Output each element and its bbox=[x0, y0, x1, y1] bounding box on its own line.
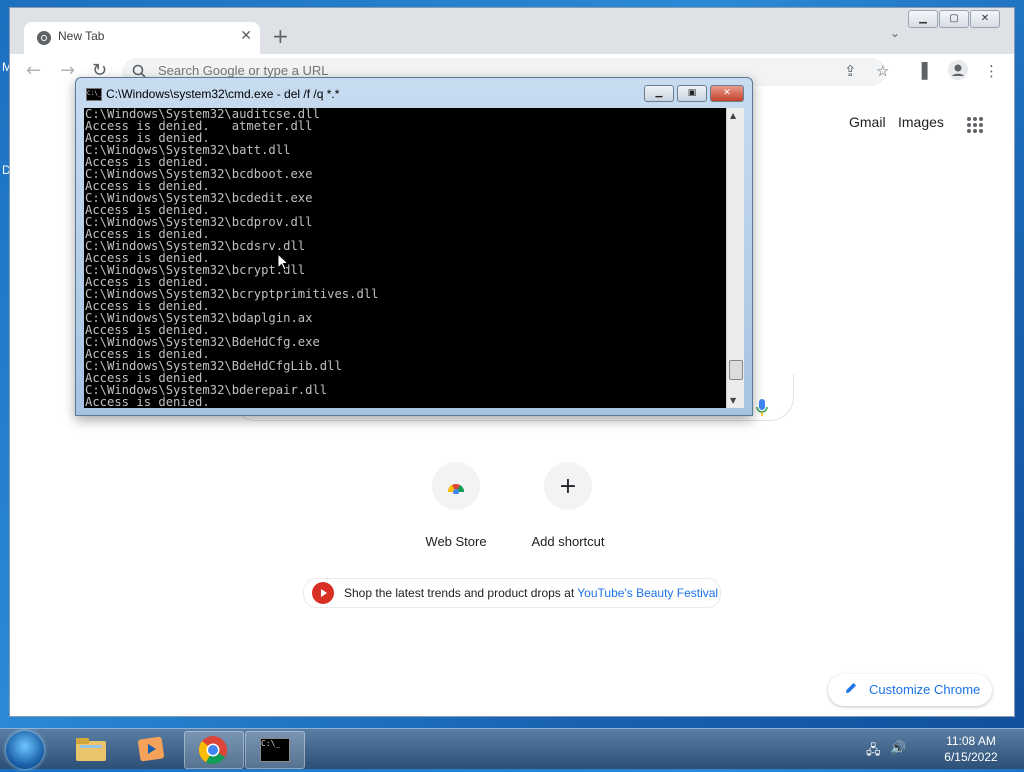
tab-search-icon[interactable]: ⌄ bbox=[890, 26, 900, 40]
volume-icon[interactable]: 🔊 bbox=[890, 741, 906, 756]
youtube-play-icon bbox=[312, 582, 334, 604]
cmd-maximize-button[interactable]: ▣ bbox=[677, 85, 707, 102]
mouse-pointer-icon bbox=[277, 253, 289, 271]
taskbar-media-player[interactable] bbox=[122, 731, 180, 767]
promo-link[interactable]: YouTube's Beauty Festival bbox=[577, 586, 718, 600]
taskbar-cmd[interactable]: C:\_ bbox=[245, 731, 305, 769]
system-clock[interactable]: 11:08 AM 6/15/2022 bbox=[935, 733, 1007, 765]
back-button[interactable]: ← bbox=[26, 60, 41, 81]
images-link[interactable]: Images bbox=[898, 114, 944, 130]
network-icon[interactable]: 🖧 bbox=[866, 741, 881, 763]
voice-search-icon[interactable] bbox=[755, 398, 769, 418]
chrome-favicon-icon bbox=[37, 31, 51, 45]
promo-banner[interactable]: Shop the latest trends and product drops… bbox=[303, 578, 721, 608]
shortcut-web-store[interactable]: Web Store bbox=[406, 462, 506, 549]
promo-text: Shop the latest trends and product drops… bbox=[344, 586, 578, 600]
console-text: C:\Windows\System32\auditcse.dll Access … bbox=[85, 108, 379, 408]
cmd-window[interactable]: C:\_ C:\Windows\system32\cmd.exe - del /… bbox=[75, 77, 753, 416]
clock-date: 6/15/2022 bbox=[944, 750, 998, 764]
scroll-thumb[interactable] bbox=[729, 360, 743, 380]
tab-strip: New Tab ✕ + ⌄ ▁ ▢ ✕ bbox=[10, 8, 1014, 54]
plus-icon: + bbox=[558, 473, 578, 499]
scroll-up-icon[interactable]: ▲ bbox=[730, 111, 736, 120]
maximize-button[interactable]: ▢ bbox=[939, 10, 969, 28]
taskbar-explorer[interactable] bbox=[62, 731, 120, 767]
gmail-link[interactable]: Gmail bbox=[849, 114, 886, 130]
share-icon[interactable]: ⇪ bbox=[844, 62, 857, 80]
cmd-icon: C:\_ bbox=[260, 738, 290, 762]
cmd-close-button[interactable]: ✕ bbox=[710, 85, 744, 102]
taskbar: C:\_ 🖧 🔊 11:08 AM 6/15/2022 bbox=[0, 728, 1024, 769]
pencil-icon bbox=[846, 683, 856, 693]
cmd-titlebar[interactable]: C:\_ C:\Windows\system32\cmd.exe - del /… bbox=[76, 78, 752, 108]
console-scrollbar[interactable]: ▲ ▼ bbox=[726, 108, 744, 408]
menu-kebab-icon[interactable]: ⋮ bbox=[984, 62, 999, 80]
bookmark-star-icon[interactable]: ☆ bbox=[876, 62, 889, 80]
google-apps-icon[interactable] bbox=[966, 116, 984, 134]
console-output[interactable]: C:\Windows\System32\auditcse.dll Access … bbox=[84, 108, 726, 408]
scroll-down-icon[interactable]: ▼ bbox=[730, 396, 736, 405]
taskbar-chrome[interactable] bbox=[184, 731, 244, 769]
chrome-webstore-icon bbox=[447, 484, 465, 494]
window-controls: ▁ ▢ ✕ bbox=[907, 10, 1000, 30]
tab-close-icon[interactable]: ✕ bbox=[240, 28, 252, 44]
media-player-icon bbox=[137, 736, 165, 762]
forward-button[interactable]: → bbox=[60, 60, 75, 81]
chrome-icon bbox=[198, 736, 227, 764]
search-icon bbox=[132, 64, 146, 78]
tab-title: New Tab bbox=[58, 29, 105, 43]
close-window-button[interactable]: ✕ bbox=[970, 10, 1000, 28]
customize-chrome-button[interactable]: Customize Chrome bbox=[828, 674, 992, 706]
clock-time: 11:08 AM bbox=[946, 734, 996, 748]
cmd-minimize-button[interactable]: ▁ bbox=[644, 85, 674, 102]
side-panel-icon[interactable]: ▐ bbox=[916, 62, 928, 80]
start-button[interactable] bbox=[6, 731, 44, 769]
minimize-button[interactable]: ▁ bbox=[908, 10, 938, 28]
cmd-app-icon: C:\_ bbox=[86, 88, 102, 101]
tab-new-tab[interactable]: New Tab ✕ bbox=[24, 22, 260, 54]
cmd-title: C:\Windows\system32\cmd.exe - del /f /q … bbox=[106, 87, 340, 101]
explorer-icon bbox=[76, 738, 106, 761]
shortcut-label: Add shortcut bbox=[531, 534, 605, 549]
profile-avatar-icon[interactable] bbox=[948, 60, 968, 84]
shortcut-label: Web Store bbox=[425, 534, 487, 549]
new-tab-button[interactable]: + bbox=[272, 24, 289, 48]
shortcut-add[interactable]: + Add shortcut bbox=[518, 462, 618, 549]
